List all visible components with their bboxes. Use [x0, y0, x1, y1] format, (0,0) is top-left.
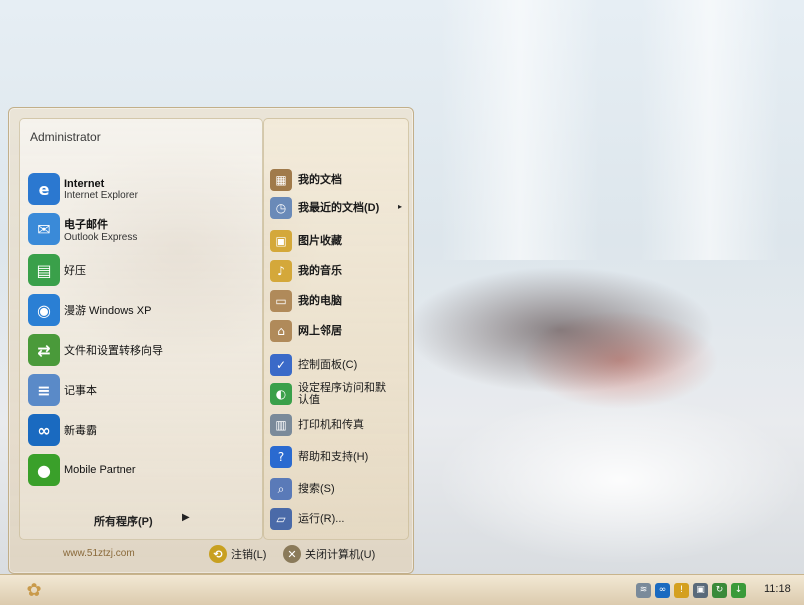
shutdown-label: 关闭计算机(U) — [305, 549, 376, 561]
logoff-icon: ⟲ — [209, 545, 227, 563]
mobile-partner-icon: ● — [28, 454, 60, 486]
default-programs-icon: ◐ — [270, 383, 292, 405]
start-item-text: Mobile Partner — [64, 464, 136, 476]
start-item-sublabel: Outlook Express — [64, 231, 138, 243]
wallpaper-curtain — [440, 0, 600, 260]
start-item-antivirus[interactable]: ∞ 新毒霸 — [28, 412, 254, 448]
start-item-my-documents[interactable]: ▦ 我的文档 — [270, 167, 402, 193]
start-item-search[interactable]: ⌕ 搜索(S) — [270, 476, 402, 502]
haozip-icon: ▤ — [28, 254, 60, 286]
start-item-label: 图片收藏 — [298, 235, 342, 247]
shutdown-button[interactable]: ✕ 关闭计算机(U) — [283, 544, 375, 564]
system-tray: ≋ ∞! ▣ ↻ ↓ — [636, 579, 750, 601]
all-programs-arrow-icon: ▶ — [182, 512, 190, 523]
my-music-icon: ♪ — [270, 260, 292, 282]
my-computer-icon: ▭ — [270, 290, 292, 312]
start-item-mobile-partner[interactable]: ● Mobile Partner — [28, 452, 254, 488]
start-item-default-programs[interactable]: ◐ 设定程序访问和默认值 — [270, 381, 402, 407]
start-item-haozip[interactable]: ▤ 好压 — [28, 252, 254, 288]
start-item-transfer-wizard[interactable]: ⇄ 文件和设置转移向导 — [28, 332, 254, 368]
logoff-label: 注销(L) — [231, 549, 267, 561]
start-item-label: 我的音乐 — [298, 265, 342, 277]
logoff-button[interactable]: ⟲ 注销(L) — [209, 544, 266, 564]
printer-icon: ▥ — [270, 414, 292, 436]
start-item-label: 搜索(S) — [298, 483, 335, 495]
my-documents-icon: ▦ — [270, 169, 292, 191]
start-item-label: 新毒霸 — [64, 425, 97, 437]
start-item-label: 帮助和支持(H) — [298, 451, 369, 463]
windows-tour-icon: ◉ — [28, 294, 60, 326]
start-item-notepad[interactable]: ≡ 记事本 — [28, 372, 254, 408]
start-item-label: 我的电脑 — [298, 295, 342, 307]
submenu-arrow-icon: ▸ — [397, 202, 402, 211]
recent-documents-icon: ◷ — [270, 197, 292, 219]
shield-tray-icon[interactable]: ! — [674, 582, 689, 598]
start-menu-left-pane: Administrator e Internet Internet Explorer… — [19, 118, 263, 540]
start-item-recent-documents[interactable]: ◷ 我最近的文档(D) ▸ — [270, 195, 402, 221]
start-item-sublabel: Internet Explorer — [64, 189, 138, 201]
flower-icon: ✿ — [26, 579, 42, 601]
run-icon: ▱ — [270, 508, 292, 530]
start-item-my-music[interactable]: ♪ 我的音乐 — [270, 258, 402, 284]
user-name: Administrator — [30, 130, 101, 144]
start-item-label: 我最近的文档(D) — [298, 202, 380, 214]
network-tray-icon[interactable]: ≋ — [636, 582, 651, 598]
control-panel-icon: ✓ — [270, 354, 292, 376]
start-item-label: Mobile Partner — [64, 464, 136, 476]
update-tray-icon[interactable]: ↻ — [712, 582, 727, 598]
network-places-icon: ⌂ — [270, 320, 292, 342]
start-item-label: 记事本 — [64, 385, 97, 397]
start-item-label: 设定程序访问和默认值 — [298, 382, 386, 406]
start-item-text: 文件和设置转移向导 — [64, 342, 163, 358]
start-item-label: 好压 — [64, 265, 86, 277]
antivirus-tray-icon[interactable]: ∞ — [655, 582, 670, 598]
start-item-text: 记事本 — [64, 382, 97, 398]
wallpaper-curtain — [640, 0, 780, 260]
start-item-label: 漫游 Windows XP — [64, 305, 152, 317]
start-item-text: 新毒霸 — [64, 422, 97, 438]
start-item-label: 我的文档 — [298, 174, 342, 186]
outlook-express-icon: ✉ — [28, 213, 60, 245]
start-item-network-places[interactable]: ⌂ 网上邻居 — [270, 318, 402, 344]
start-item-my-computer[interactable]: ▭ 我的电脑 — [270, 288, 402, 314]
website-link: www.51ztzj.com — [63, 548, 135, 559]
start-item-internet[interactable]: e Internet Internet Explorer — [28, 171, 254, 207]
taskbar: ✿ ≋ ∞! ▣ ↻ ↓ 11:18 — [0, 574, 804, 605]
start-menu: Administrator e Internet Internet Explorer… — [8, 107, 414, 574]
my-pictures-icon: ▣ — [270, 230, 292, 252]
search-icon: ⌕ — [270, 478, 292, 500]
start-item-label: 电子邮件 — [64, 218, 108, 231]
internet-explorer-icon: e — [28, 173, 60, 205]
duba-antivirus-icon: ∞ — [28, 414, 60, 446]
clock: 11:18 — [764, 583, 791, 595]
start-item-label: 网上邻居 — [298, 325, 342, 337]
start-item-text: 好压 — [64, 262, 86, 278]
start-menu-right-pane: ▦ 我的文档 ◷ 我最近的文档(D) ▸ ▣ 图片收藏 ♪ 我的音乐 ▭ 我的电脑 ⌂ 网上邻居 ✓ 控制面… — [263, 118, 409, 540]
start-item-label: 打印机和传真 — [298, 419, 364, 431]
start-item-label: Internet — [64, 177, 105, 190]
start-item-control-panel[interactable]: ✓ 控制面板(C) — [270, 352, 402, 378]
download-tray-icon[interactable]: ↓ — [731, 582, 746, 598]
vm-tray-icon[interactable]: ▣ — [693, 582, 708, 598]
start-item-text: Internet Internet Explorer — [64, 178, 138, 201]
start-item-label: 文件和设置转移向导 — [64, 345, 163, 357]
help-icon: ? — [270, 446, 292, 468]
start-item-label: 运行(R)... — [298, 513, 345, 525]
start-item-printers[interactable]: ▥ 打印机和传真 — [270, 412, 402, 438]
start-item-my-pictures[interactable]: ▣ 图片收藏 — [270, 228, 402, 254]
start-item-text: 电子邮件 Outlook Express — [64, 216, 137, 243]
start-button[interactable]: ✿ — [22, 579, 46, 601]
start-item-help[interactable]: ? 帮助和支持(H) — [270, 444, 402, 470]
start-item-text: 漫游 Windows XP — [64, 302, 151, 318]
start-item-label: 控制面板(C) — [298, 359, 358, 371]
start-item-run[interactable]: ▱ 运行(R)... — [270, 506, 402, 532]
transfer-wizard-icon: ⇄ — [28, 334, 60, 366]
start-item-email[interactable]: ✉ 电子邮件 Outlook Express — [28, 211, 254, 247]
all-programs-button[interactable]: 所有程序(P) — [94, 513, 153, 529]
notepad-icon: ≡ — [28, 374, 60, 406]
shutdown-icon: ✕ — [283, 545, 301, 563]
start-item-tour-xp[interactable]: ◉ 漫游 Windows XP — [28, 292, 254, 328]
